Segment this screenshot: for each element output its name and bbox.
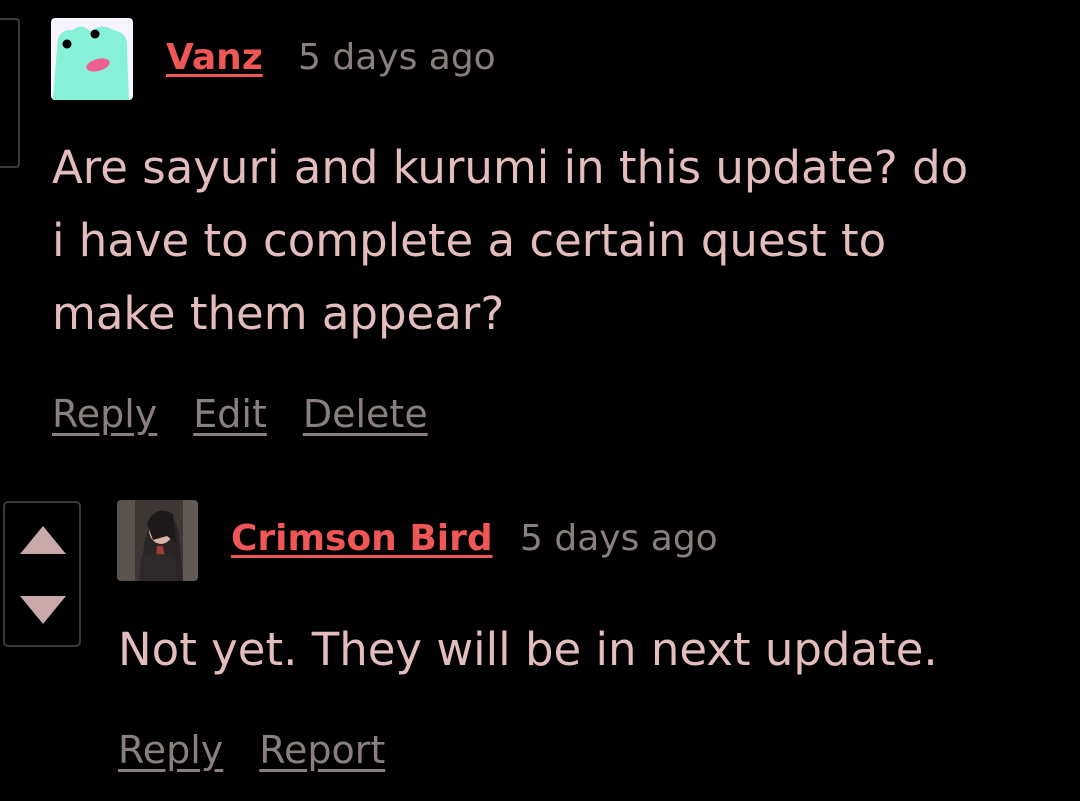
parent-vote-box[interactable] [0,18,20,168]
delete-link[interactable]: Delete [303,392,428,436]
comment-author[interactable]: Crimson Bird [231,518,493,559]
comment-author[interactable]: Vanz [166,37,263,78]
reply-link[interactable]: Reply [52,392,157,436]
comment-body: Are sayuri and kurumi in this update? do… [52,131,1062,350]
edit-link[interactable]: Edit [193,392,267,436]
comment-actions: Reply Report [118,728,385,772]
comment-timestamp: 5 days ago [298,37,496,78]
reply-link[interactable]: Reply [118,728,223,772]
avatar-vanz[interactable] [51,18,133,100]
avatar-crimson-bird[interactable] [117,500,198,581]
downvote-arrow-icon[interactable] [19,595,67,625]
comment-body: Not yet. They will be in next update. [118,623,938,676]
upvote-arrow-icon[interactable] [19,525,67,555]
comment-timestamp: 5 days ago [520,518,718,559]
comment-body-line: Are sayuri and kurumi in this update? do [52,141,969,194]
report-link[interactable]: Report [259,728,385,772]
comment-body-line: make them appear? [52,287,505,340]
comment-thread: Vanz 5 days ago Are sayuri and kurumi in… [0,0,1080,801]
vote-box [3,501,81,647]
comment-actions: Reply Edit Delete [52,392,428,436]
comment-body-line: i have to complete a certain quest to [52,214,887,267]
